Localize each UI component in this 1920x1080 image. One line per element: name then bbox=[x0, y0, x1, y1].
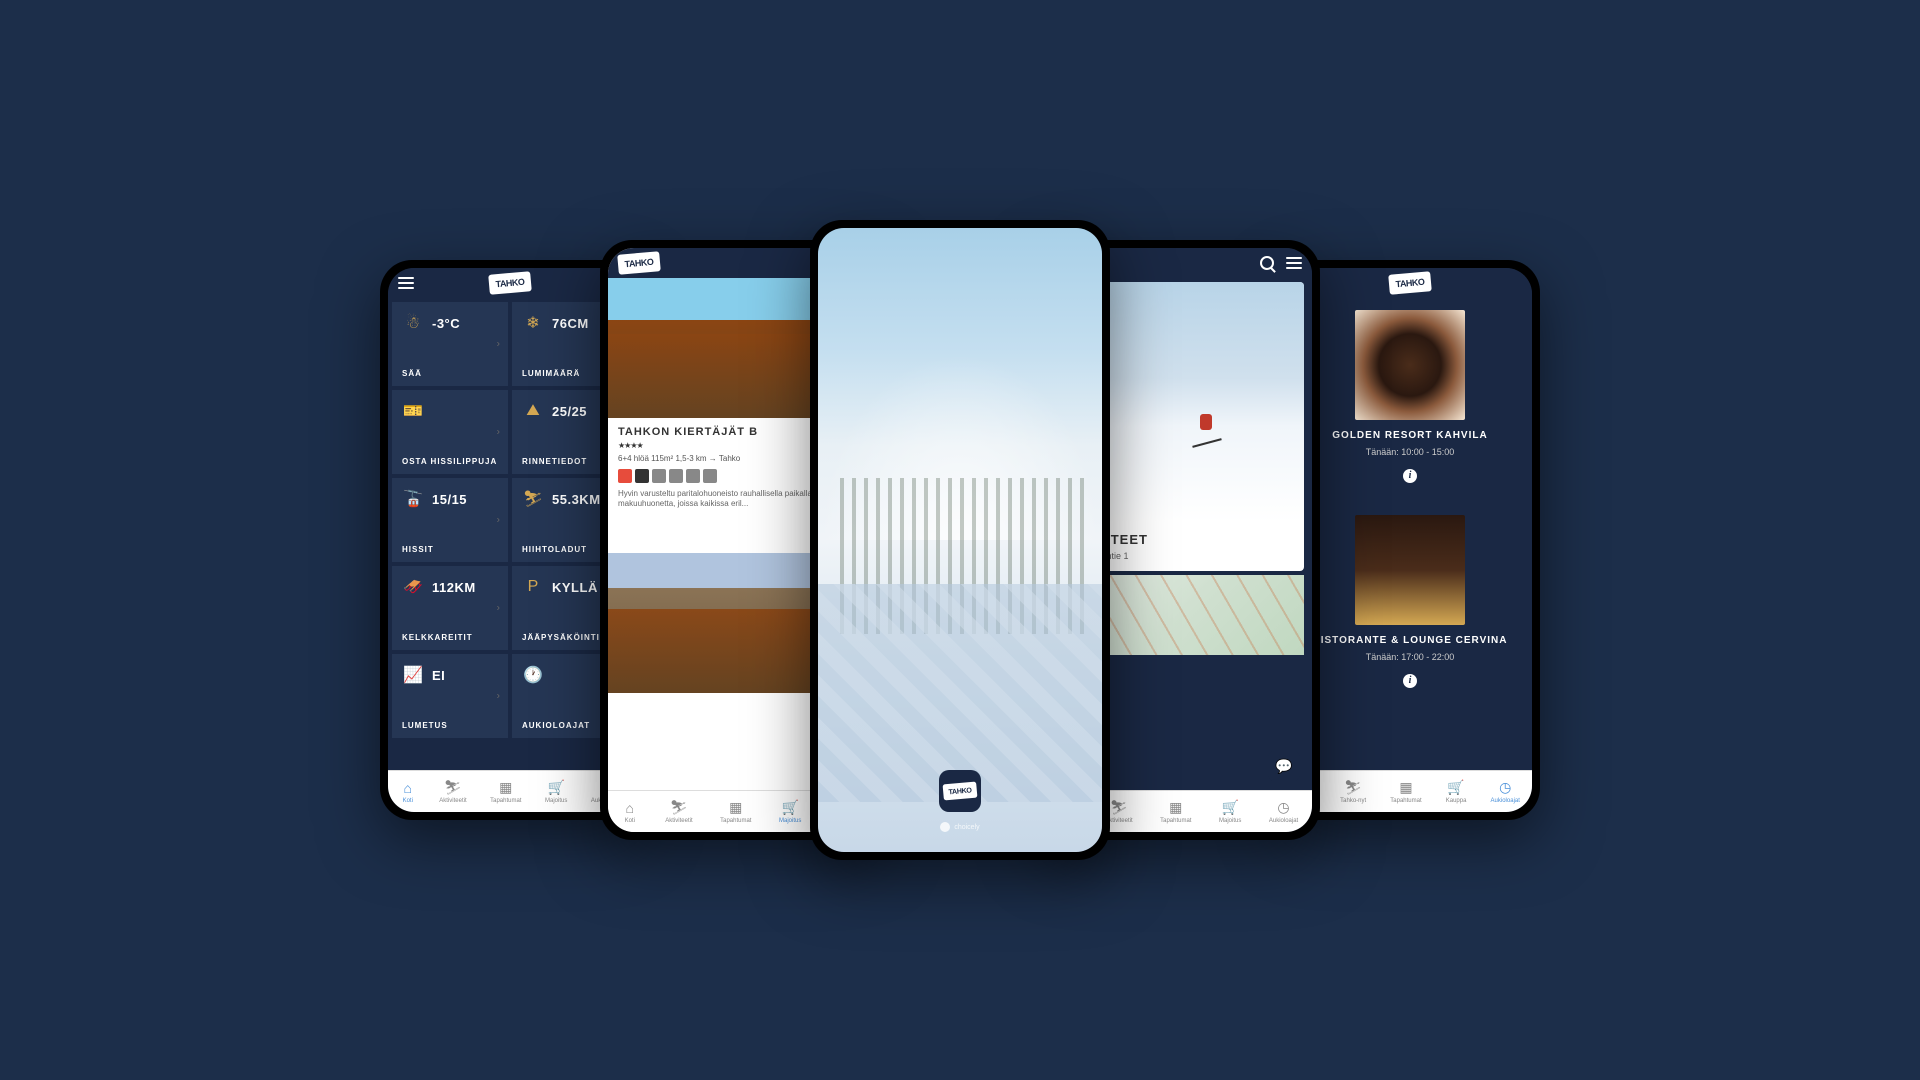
calendar-icon: ▦ bbox=[1168, 800, 1184, 816]
search-icon[interactable] bbox=[1260, 256, 1274, 270]
ski-icon: ⛷ bbox=[522, 488, 544, 510]
nav-events[interactable]: ▦Tapahtumat bbox=[1160, 800, 1191, 824]
restaurant-hours: Tänään: 10:00 - 15:00 bbox=[1300, 447, 1520, 457]
clock-icon: ◷ bbox=[1497, 780, 1513, 796]
phone-3-splash: TAHKO choicely bbox=[810, 220, 1110, 860]
nav-events[interactable]: ▦Tapahtumat bbox=[490, 780, 521, 804]
bottom-nav: ⌂Koti ⛷Tahko-nyt ▦Tapahtumat 🛒Kauppa ◷Au… bbox=[1288, 770, 1532, 812]
tahko-logo[interactable]: TAHKO bbox=[1388, 271, 1432, 295]
nav-events[interactable]: ▦Tapahtumat bbox=[1390, 780, 1421, 804]
cart-icon: 🛒 bbox=[548, 780, 564, 796]
cart-icon: 🛒 bbox=[782, 800, 798, 816]
restaurant-card[interactable]: GOLDEN RESORT KAHVILA Tänään: 10:00 - 15… bbox=[1288, 298, 1532, 495]
splash-hero: TAHKO choicely bbox=[818, 228, 1102, 852]
tile-snowmaking[interactable]: 📈EILUMETUS› bbox=[392, 654, 508, 738]
home-icon: ⌂ bbox=[400, 780, 416, 796]
ticket-icon: 🎫 bbox=[402, 400, 424, 422]
clock-icon: ◷ bbox=[1276, 800, 1292, 816]
restaurant-title: RISTORANTE & LOUNGE CERVINA bbox=[1300, 635, 1520, 646]
clock-icon: 🕐 bbox=[522, 664, 544, 686]
tile-sled[interactable]: 🛷112KMKELKKAREITIT› bbox=[392, 566, 508, 650]
nav-hours[interactable]: ◷Aukioloajat bbox=[1269, 800, 1298, 824]
cart-icon: 🛒 bbox=[1222, 800, 1238, 816]
chevron-right-icon: › bbox=[497, 515, 500, 526]
nav-accommodation[interactable]: 🛒Majoitus bbox=[1219, 800, 1241, 824]
home-icon: ⌂ bbox=[622, 800, 638, 816]
menu-icon[interactable] bbox=[398, 277, 414, 289]
nav-accommodation[interactable]: 🛒Majoitus bbox=[779, 800, 801, 824]
restaurant-hours: Tänään: 17:00 - 22:00 bbox=[1300, 652, 1520, 662]
ski-icon: ⛷ bbox=[1111, 800, 1127, 816]
nav-accommodation[interactable]: 🛒Majoitus bbox=[545, 780, 567, 804]
restaurant-title: GOLDEN RESORT KAHVILA bbox=[1300, 430, 1520, 441]
nav-events[interactable]: ▦Tapahtumat bbox=[720, 800, 751, 824]
nav-home[interactable]: ⌂Koti bbox=[400, 780, 416, 804]
calendar-icon: ▦ bbox=[498, 780, 514, 796]
restaurant-card[interactable]: RISTORANTE & LOUNGE CERVINA Tänään: 17:0… bbox=[1288, 503, 1532, 700]
chat-fab[interactable]: 💬 bbox=[1268, 750, 1300, 782]
chevron-right-icon: › bbox=[497, 691, 500, 702]
chevron-right-icon: › bbox=[497, 427, 500, 438]
calendar-icon: ▦ bbox=[728, 800, 744, 816]
tile-weather[interactable]: ☃-3°CSÄÄ› bbox=[392, 302, 508, 386]
skier-icon bbox=[1192, 414, 1222, 444]
tile-lifts[interactable]: 🚡15/15HISSIT› bbox=[392, 478, 508, 562]
bottom-nav: ⌂Koti ⛷Aktiviteetit ▦Tapahtumat 🛒Majoitu… bbox=[388, 770, 632, 812]
calendar-icon: ▦ bbox=[1398, 780, 1414, 796]
ski-icon: ⛷ bbox=[1345, 780, 1361, 796]
ski-icon: ⛷ bbox=[445, 780, 461, 796]
chevron-right-icon: › bbox=[497, 603, 500, 614]
chevron-right-icon: › bbox=[497, 339, 500, 350]
chart-icon: 📈 bbox=[402, 664, 424, 686]
sled-icon: 🛷 bbox=[402, 576, 424, 598]
mountain-icon: ⛰ bbox=[522, 400, 544, 422]
nav-shop[interactable]: 🛒Kauppa bbox=[1446, 780, 1467, 804]
powered-by: choicely bbox=[940, 822, 979, 832]
parking-icon: P bbox=[522, 576, 544, 598]
info-icon[interactable]: i bbox=[1403, 469, 1417, 483]
cart-icon: 🛒 bbox=[1448, 780, 1464, 796]
nav-now[interactable]: ⛷Tahko-nyt bbox=[1340, 780, 1366, 804]
app-logo-badge[interactable]: TAHKO bbox=[939, 770, 981, 812]
nav-hours[interactable]: ◷Aukioloajat bbox=[1491, 780, 1520, 804]
menu-icon[interactable] bbox=[1286, 257, 1302, 269]
weather-icon: ☃ bbox=[402, 312, 424, 334]
info-icon[interactable]: i bbox=[1403, 674, 1417, 688]
lift-icon: 🚡 bbox=[402, 488, 424, 510]
tahko-logo[interactable]: TAHKO bbox=[617, 251, 661, 275]
ski-icon: ⛷ bbox=[671, 800, 687, 816]
nav-activities[interactable]: ⛷Aktiviteetit bbox=[665, 800, 692, 824]
dashboard-grid: ☃-3°CSÄÄ› ❄76CMLUMIMÄÄRÄ 🎫OSTA HISSILIPP… bbox=[388, 298, 632, 742]
restaurant-photo bbox=[1355, 310, 1465, 420]
restaurant-photo bbox=[1355, 515, 1465, 625]
header: TAHKO bbox=[388, 268, 632, 298]
header: TAHKO bbox=[1288, 268, 1532, 298]
phone-showcase: TAHKO ☃-3°CSÄÄ› ❄76CMLUMIMÄÄRÄ 🎫OSTA HIS… bbox=[200, 200, 1720, 880]
nav-activities[interactable]: ⛷Aktiviteetit bbox=[439, 780, 466, 804]
tile-tickets[interactable]: 🎫OSTA HISSILIPPUJA› bbox=[392, 390, 508, 474]
snowflake-icon: ❄ bbox=[522, 312, 544, 334]
tahko-logo[interactable]: TAHKO bbox=[488, 271, 532, 295]
nav-home[interactable]: ⌂Koti bbox=[622, 800, 638, 824]
